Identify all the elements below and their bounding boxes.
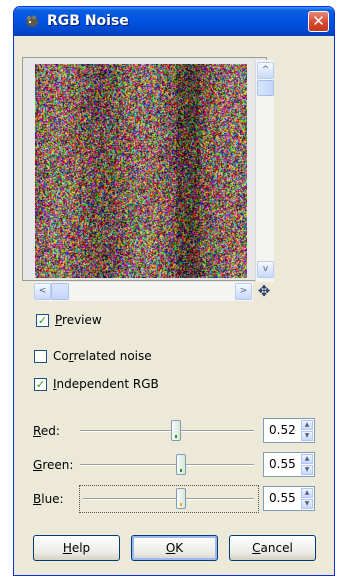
blue-value[interactable]: 0.55 [269, 491, 296, 505]
green-increment-button[interactable]: ▲ [301, 454, 313, 464]
scroll-left-button[interactable]: < [34, 283, 51, 300]
independent-rgb-checkbox[interactable]: ✓ [34, 378, 47, 391]
scroll-right-icon: > [239, 286, 248, 296]
preview-horizontal-scrollbar[interactable]: < > [34, 282, 253, 301]
red-increment-button[interactable]: ▲ [301, 420, 313, 430]
scroll-right-button[interactable]: > [235, 283, 252, 300]
navigate-move-icon[interactable]: ✥ [255, 282, 273, 300]
blue-slider-track[interactable] [83, 498, 254, 500]
blue-spinbox[interactable]: 0.55 ▲ ▼ [263, 486, 315, 511]
red-value[interactable]: 0.52 [269, 423, 296, 437]
red-decrement-button[interactable]: ▼ [301, 431, 313, 441]
ok-button[interactable]: OK [131, 535, 218, 561]
scroll-up-icon: ^ [261, 65, 270, 75]
scroll-left-icon: < [38, 286, 47, 296]
red-label: Red: [33, 424, 60, 438]
title-bar[interactable]: RGB Noise ✕ [14, 7, 334, 36]
noise-preview-image[interactable] [35, 64, 247, 278]
red-slider-track[interactable] [80, 430, 254, 432]
blue-increment-button[interactable]: ▲ [301, 488, 313, 498]
scroll-down-button[interactable]: v [257, 261, 274, 278]
blue-decrement-button[interactable]: ▼ [301, 499, 313, 509]
green-label: Green: [33, 458, 74, 472]
blue-label: Blue: [33, 492, 64, 506]
scroll-down-icon: v [262, 264, 269, 274]
cancel-button[interactable]: Cancel [229, 535, 316, 561]
preview-checkbox[interactable]: ✓ [36, 314, 49, 327]
gimp-icon [26, 15, 38, 27]
correlated-noise-label[interactable]: Correlated noise [53, 349, 152, 363]
green-value[interactable]: 0.55 [269, 457, 296, 471]
green-slider-thumb[interactable] [176, 454, 186, 475]
independent-rgb-label[interactable]: Independent RGB [53, 377, 159, 391]
green-spinbox[interactable]: 0.55 ▲ ▼ [263, 452, 315, 477]
close-icon: ✕ [312, 12, 325, 30]
close-button[interactable]: ✕ [308, 11, 329, 32]
green-decrement-button[interactable]: ▼ [301, 465, 313, 475]
green-slider-track[interactable] [80, 464, 254, 466]
correlated-noise-checkbox[interactable] [34, 350, 47, 363]
preview-label[interactable]: Preview [55, 313, 102, 327]
vertical-scroll-thumb[interactable] [257, 80, 274, 96]
window-title: RGB Noise [47, 13, 129, 29]
scroll-up-button[interactable]: ^ [257, 62, 274, 79]
help-button[interactable]: Help [33, 535, 120, 561]
red-slider-thumb[interactable] [171, 420, 181, 441]
horizontal-scroll-thumb[interactable] [51, 283, 69, 300]
red-spinbox[interactable]: 0.52 ▲ ▼ [263, 418, 315, 443]
blue-slider-thumb[interactable] [176, 488, 186, 509]
preview-vertical-scrollbar[interactable]: ^ v [255, 60, 274, 282]
